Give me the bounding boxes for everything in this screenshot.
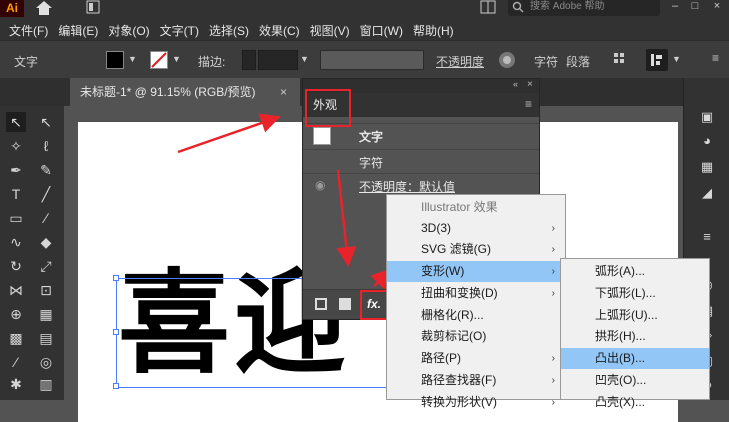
annotation-arrow: [336, 169, 357, 267]
warp-submenu: 弧形(A)... 下弧形(L)... 上弧形(U)... 拱形(H)... 凸出…: [560, 258, 710, 409]
submenu-item-label: 凹壳(O)...: [595, 373, 647, 387]
effect-menu: Illustrator 效果 3D(3) › SVG 滤镜(G) › 变形(W) › …: [386, 194, 566, 409]
annotation-arrow: [177, 113, 281, 154]
menu-item-label: 路径查找器(F): [421, 373, 497, 387]
submenu-item-arc[interactable]: 弧形(A)...: [561, 261, 709, 282]
chevron-right-icon: ›: [551, 353, 555, 364]
menu-item-convert-to-shape[interactable]: 转换为形状(V) ›: [387, 392, 565, 413]
chevron-right-icon: ›: [551, 223, 555, 234]
submenu-item-label: 上弧形(U)...: [595, 308, 658, 322]
menu-item-label: 变形(W): [421, 264, 465, 278]
menu-item-label: SVG 滤镜(G): [421, 242, 492, 256]
menu-item-pathfinder[interactable]: 路径查找器(F) ›: [387, 370, 565, 391]
submenu-item-label: 凸壳(X)...: [595, 395, 645, 409]
submenu-item-shell-lower[interactable]: 凹壳(O)...: [561, 370, 709, 391]
submenu-item-arch[interactable]: 拱形(H)...: [561, 326, 709, 347]
submenu-item-bulge[interactable]: 凸出(B)...: [561, 348, 709, 369]
chevron-right-icon: ›: [551, 244, 555, 255]
submenu-item-label: 凸出(B)...: [595, 351, 645, 365]
chevron-right-icon: ›: [551, 375, 555, 386]
menu-item-label: 裁剪标记(O): [421, 329, 487, 343]
submenu-item-label: 下弧形(L)...: [595, 286, 656, 300]
menu-item-distort-transform[interactable]: 扭曲和变换(D) ›: [387, 283, 565, 304]
menu-item-path[interactable]: 路径(P) ›: [387, 348, 565, 369]
chevron-right-icon: ›: [551, 397, 555, 408]
menu-item-warp[interactable]: 变形(W) ›: [387, 261, 565, 282]
submenu-item-label: 拱形(H)...: [595, 329, 646, 343]
submenu-item-shell-upper[interactable]: 凸壳(X)...: [561, 392, 709, 413]
menu-item-3d[interactable]: 3D(3) ›: [387, 218, 565, 239]
menu-item-label: 3D(3): [421, 221, 452, 235]
submenu-item-arc-lower[interactable]: 下弧形(L)...: [561, 283, 709, 304]
chevron-right-icon: ›: [551, 288, 555, 299]
submenu-item-label: 弧形(A)...: [595, 264, 645, 278]
menu-item-illustrator-effects: Illustrator 效果: [387, 197, 565, 218]
menu-item-rasterize[interactable]: 栅格化(R)...: [387, 305, 565, 326]
submenu-item-arc-upper[interactable]: 上弧形(U)...: [561, 305, 709, 326]
menu-item-label: 扭曲和变换(D): [421, 286, 498, 300]
menu-item-crop-marks[interactable]: 裁剪标记(O): [387, 326, 565, 347]
menu-item-label: 路径(P): [421, 351, 461, 365]
menu-item-label: Illustrator 效果: [421, 200, 498, 214]
menu-item-svg-filters[interactable]: SVG 滤镜(G) ›: [387, 239, 565, 260]
menu-item-label: 栅格化(R)...: [421, 308, 484, 322]
chevron-right-icon: ›: [551, 266, 555, 277]
menu-item-label: 转换为形状(V): [421, 395, 497, 409]
